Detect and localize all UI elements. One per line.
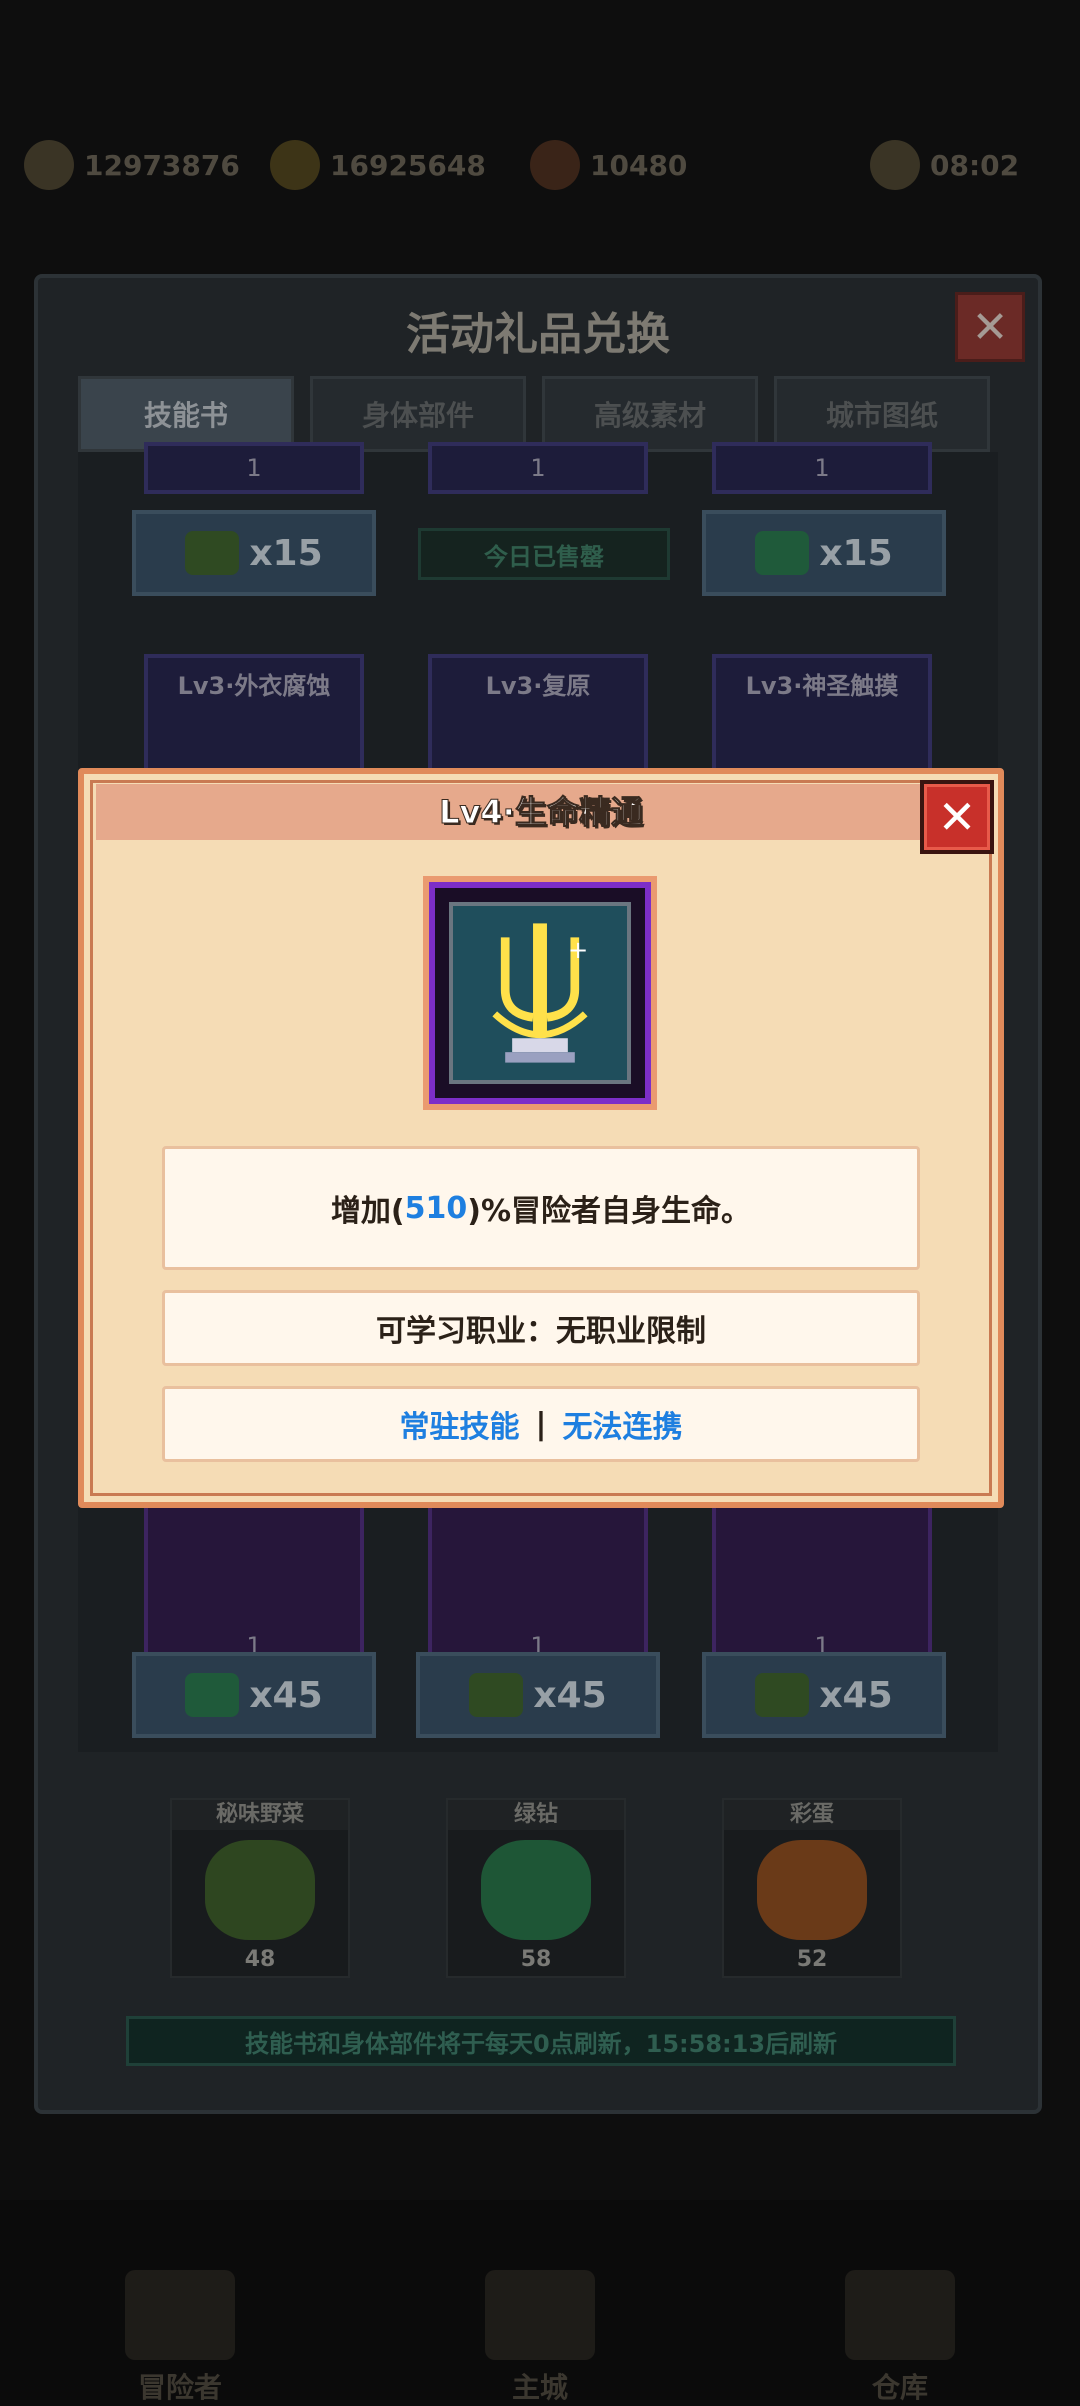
green-diamond-icon: [481, 1840, 591, 1940]
popup-title: Lv4·生命精通: [439, 793, 644, 832]
status-bar: 12973876 16925648 10480 08:02: [0, 140, 1080, 260]
green-diamond-icon: [185, 1673, 240, 1717]
warehouse-icon: [845, 2270, 955, 2360]
skill-card[interactable]: Lv3·复原: [428, 654, 648, 774]
card-name: Lv3·外衣腐蚀: [177, 672, 331, 700]
card-count: 1: [530, 454, 546, 482]
wild-vegetable-icon: [205, 1840, 315, 1940]
skill-card[interactable]: 1: [428, 442, 648, 494]
wild-vegetable-icon: [469, 1673, 524, 1717]
tab-bar: 技能书 身体部件 高级素材 城市图纸: [78, 376, 998, 452]
desc-prefix: 增加(: [330, 1194, 405, 1229]
class-requirement: 可学习职业：无职业限制: [162, 1290, 920, 1366]
desc-suffix: )%冒险者自身生命。: [467, 1194, 752, 1229]
skill-card[interactable]: 1: [144, 1492, 364, 1672]
refresh-notice: 技能书和身体部件将于每天0点刷新，15:58:13后刷新: [126, 2016, 956, 2066]
inventory-label: 彩蛋: [724, 1800, 900, 1830]
timer: 08:02: [870, 140, 1019, 190]
resource-3: 10480: [530, 140, 687, 190]
skill-card[interactable]: 1: [144, 442, 364, 494]
price-button[interactable]: x15: [132, 510, 376, 596]
nav-warehouse[interactable]: 仓库: [820, 2270, 980, 2406]
inventory-count: 48: [244, 1947, 276, 1972]
panel-title: 活动礼品兑换: [406, 309, 670, 360]
nav-label: 仓库: [871, 2371, 928, 2404]
skill-description: 增加(510)%冒险者自身生命。: [162, 1146, 920, 1270]
close-icon: ✕: [937, 790, 977, 844]
close-icon: ✕: [971, 301, 1009, 353]
card-count: 1: [246, 454, 262, 482]
card-name: Lv3·复原: [485, 672, 591, 700]
price-label: x45: [249, 1674, 323, 1716]
skill-tags: 常驻技能 | 无法连携: [162, 1386, 920, 1462]
skill-card[interactable]: Lv3·外衣腐蚀: [144, 654, 364, 774]
gold-coin-icon: [270, 140, 320, 190]
tab-advanced-materials[interactable]: 高级素材: [542, 376, 758, 452]
tab-skill-books[interactable]: 技能书: [78, 376, 294, 452]
price-button[interactable]: x15: [702, 510, 946, 596]
easter-egg-icon: [757, 1840, 867, 1940]
wild-vegetable-icon: [755, 1673, 810, 1717]
svg-text:+: +: [568, 935, 588, 964]
timer-value: 08:02: [930, 148, 1020, 182]
price-label: x15: [249, 532, 323, 574]
inventory-count: 52: [796, 1947, 828, 1972]
nav-adventurer[interactable]: 冒险者: [100, 2270, 260, 2406]
price-label: x45: [819, 1674, 893, 1716]
wild-vegetable-icon: [185, 531, 240, 575]
panel-close-button[interactable]: ✕: [955, 292, 1025, 362]
resource-2: 16925648: [270, 140, 486, 190]
inventory-label: 绿钻: [448, 1800, 624, 1830]
skill-card[interactable]: 1: [428, 1492, 648, 1672]
skill-card[interactable]: 1: [712, 1492, 932, 1672]
tag-separator: |: [535, 1406, 547, 1442]
ruby-icon: [530, 140, 580, 190]
desc-value: 510: [404, 1190, 468, 1226]
skill-art: +: [449, 902, 631, 1084]
power-icon: [24, 140, 74, 190]
castle-icon: [485, 2270, 595, 2360]
popup-close-button[interactable]: ✕: [920, 780, 994, 854]
inventory-slot: 秘味野菜 48: [170, 1798, 350, 1978]
inventory-slot: 绿钻 58: [446, 1798, 626, 1978]
tag-passive: 常驻技能: [399, 1410, 520, 1445]
adventurer-icon: [125, 2270, 235, 2360]
skill-icon-frame: +: [423, 876, 657, 1110]
resource-1-value: 12973876: [84, 148, 240, 182]
inventory-count: 58: [520, 1947, 552, 1972]
skill-card[interactable]: 1: [712, 442, 932, 494]
nav-label: 冒险者: [137, 2371, 222, 2404]
tab-body-parts[interactable]: 身体部件: [310, 376, 526, 452]
resource-3-value: 10480: [590, 148, 688, 182]
bottom-nav: 冒险者 主城 仓库: [0, 2200, 1080, 2404]
resource-2-value: 16925648: [330, 148, 486, 182]
price-button[interactable]: x45: [416, 1652, 660, 1738]
price-button[interactable]: x45: [702, 1652, 946, 1738]
inventory-slot: 彩蛋 52: [722, 1798, 902, 1978]
inventory-label: 秘味野菜: [172, 1800, 348, 1830]
trident-icon: +: [453, 906, 627, 1080]
nav-label: 主城: [511, 2371, 568, 2404]
green-diamond-icon: [755, 531, 810, 575]
sold-out-badge: 今日已售罄: [418, 528, 670, 580]
price-button[interactable]: x45: [132, 1652, 376, 1738]
card-count: 1: [814, 454, 830, 482]
skill-card[interactable]: Lv3·神圣触摸: [712, 654, 932, 774]
nav-main-city[interactable]: 主城: [460, 2270, 620, 2406]
tag-no-combo: 无法连携: [562, 1410, 683, 1445]
card-name: Lv3·神圣触摸: [745, 672, 899, 700]
resource-1: 12973876: [24, 140, 240, 190]
life-mastery-trident-icon: +: [429, 882, 651, 1104]
price-label: x45: [533, 1674, 607, 1716]
clock-icon: [870, 140, 920, 190]
tab-city-blueprints[interactable]: 城市图纸: [774, 376, 990, 452]
price-label: x15: [819, 532, 893, 574]
